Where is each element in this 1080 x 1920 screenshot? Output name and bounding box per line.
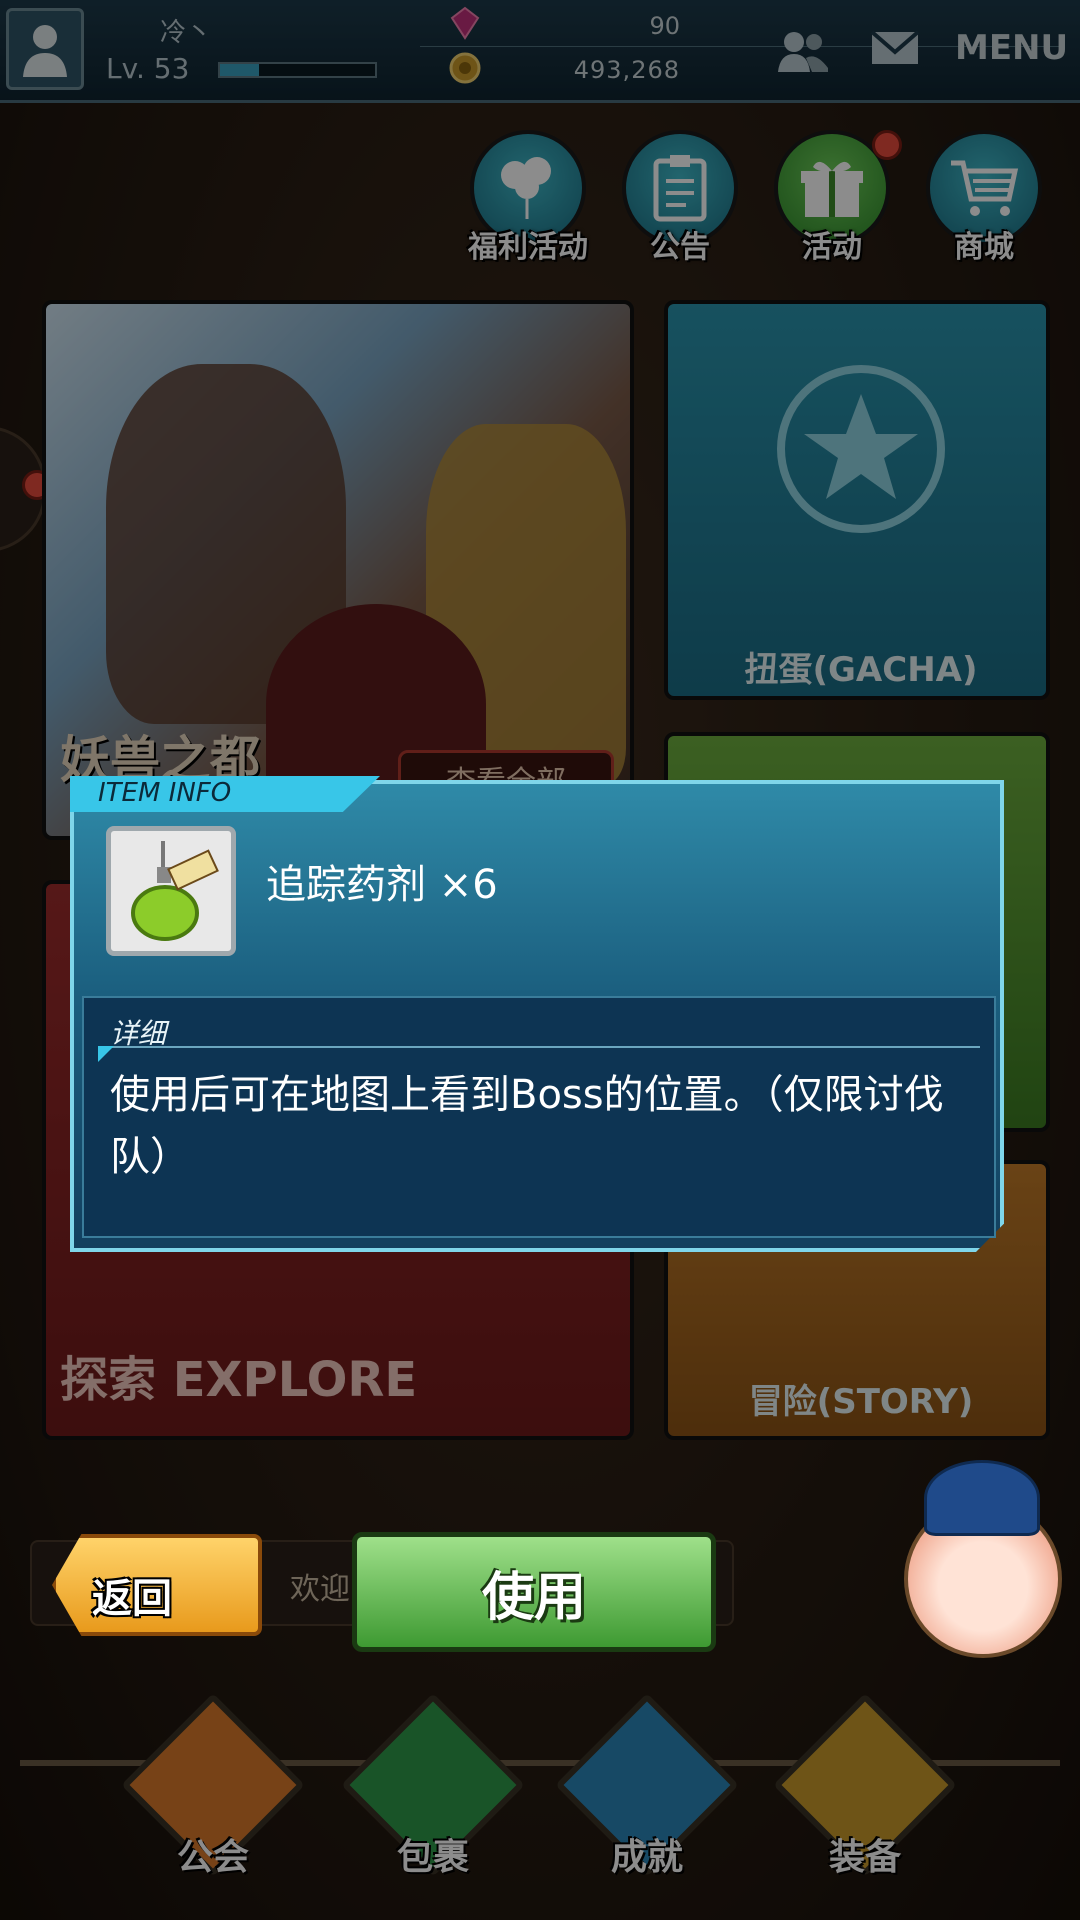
back-button-label: 返回 bbox=[92, 1576, 172, 1622]
detail-divider bbox=[100, 1046, 980, 1048]
item-thumbnail bbox=[106, 826, 236, 956]
use-button[interactable]: 使用 bbox=[352, 1532, 716, 1652]
mascot-hat bbox=[924, 1460, 1040, 1536]
item-info-title: ITEM INFO bbox=[98, 778, 232, 808]
item-description: 使用后可在地图上看到Boss的位置。（仅限讨伐队） bbox=[110, 1072, 944, 1180]
mascot-avatar[interactable] bbox=[894, 1460, 1064, 1690]
potion-icon bbox=[131, 841, 219, 941]
item-name: 追踪药剂 ×6 bbox=[266, 862, 498, 908]
detail-corner-mark bbox=[98, 1046, 114, 1062]
